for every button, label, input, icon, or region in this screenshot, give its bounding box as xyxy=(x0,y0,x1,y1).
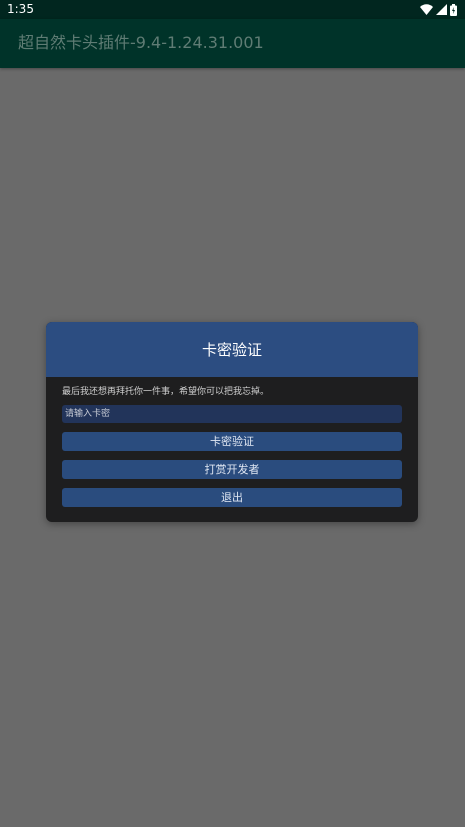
status-time: 1:35 xyxy=(7,2,34,16)
card-verify-dialog: 卡密验证 最后我还想再拜托你一件事，希望你可以把我忘掉。 卡密验证 打赏开发者 … xyxy=(46,322,418,522)
signal-icon xyxy=(436,4,447,15)
status-bar: 1:35 xyxy=(0,0,465,19)
donate-developer-button[interactable]: 打赏开发者 xyxy=(62,460,402,479)
dialog-message: 最后我还想再拜托你一件事，希望你可以把我忘掉。 xyxy=(62,387,270,397)
status-icons xyxy=(420,3,457,16)
dialog-header: 卡密验证 xyxy=(46,322,418,377)
exit-button[interactable]: 退出 xyxy=(62,488,402,507)
verify-button[interactable]: 卡密验证 xyxy=(62,432,402,451)
app-bar: 超自然卡头插件-9.4-1.24.31.001 xyxy=(0,19,465,68)
wifi-icon xyxy=(420,4,433,15)
card-key-input[interactable] xyxy=(62,405,402,423)
app-title: 超自然卡头插件-9.4-1.24.31.001 xyxy=(18,33,264,52)
dialog-title: 卡密验证 xyxy=(201,341,262,359)
battery-icon xyxy=(450,3,457,16)
